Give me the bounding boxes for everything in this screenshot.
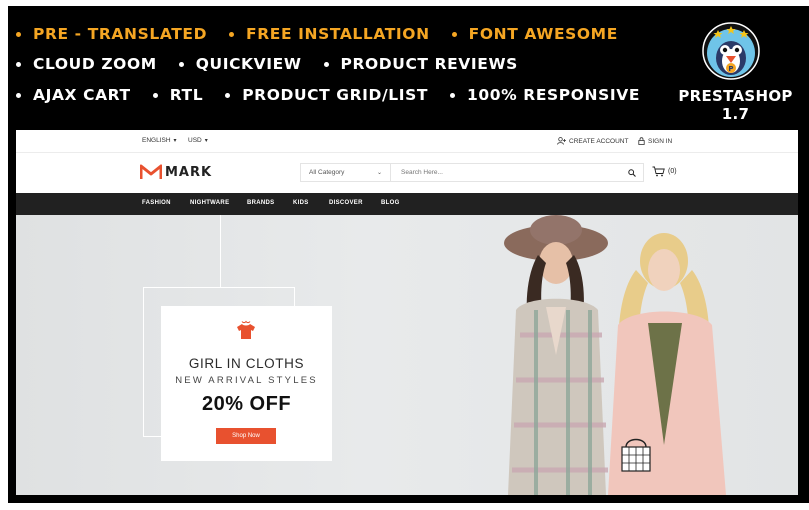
bullet-icon <box>450 92 456 98</box>
feature-label: PRODUCT GRID/LIST <box>242 86 429 104</box>
bullet-icon <box>451 31 457 37</box>
cart-button[interactable]: (0) <box>652 166 677 177</box>
prestashop-version: PRESTASHOP 1.7 <box>678 87 793 123</box>
feature-row-2: CLOUD ZOOM QUICKVIEW PRODUCT REVIEWS <box>16 51 518 77</box>
cart-count: (0) <box>668 168 677 175</box>
feature-label: 100% RESPONSIVE <box>467 86 641 104</box>
feature-label: RTL <box>169 86 204 104</box>
feature-row-3: AJAX CART RTL PRODUCT GRID/LIST 100% RES… <box>16 82 640 108</box>
sign-in-label: SIGN IN <box>648 137 673 145</box>
feature-ajax-cart: AJAX CART <box>16 86 131 104</box>
feature-row-1: PRE - TRANSLATED FREE INSTALLATION FONT … <box>16 21 618 47</box>
currency-select[interactable]: USD ▾ <box>188 137 208 144</box>
currency-label: USD <box>188 137 202 144</box>
search-input[interactable] <box>391 164 621 181</box>
feature-responsive: 100% RESPONSIVE <box>450 86 640 104</box>
mark-logo-icon <box>140 164 162 179</box>
language-label: ENGLISH <box>142 137 171 144</box>
user-add-icon <box>557 137 566 145</box>
search-bar: All Category ⌄ <box>300 163 644 182</box>
bullet-icon <box>16 31 21 37</box>
nav-item-kids[interactable]: KIDS <box>293 200 309 206</box>
category-select[interactable]: All Category ⌄ <box>301 164 391 181</box>
feature-label: FREE INSTALLATION <box>246 25 430 43</box>
bullet-icon <box>229 31 235 37</box>
feature-label: CLOUD ZOOM <box>33 55 157 73</box>
models-illustration <box>504 215 726 495</box>
feature-free-installation: FREE INSTALLATION <box>229 25 430 43</box>
nav-item-brands[interactable]: BRANDS <box>247 200 274 206</box>
svg-text:P: P <box>728 65 733 73</box>
nav-item-nightware[interactable]: NIGHTWARE <box>190 200 229 206</box>
feature-product-reviews: PRODUCT REVIEWS <box>323 55 518 73</box>
promo-card: GIRL IN CLOTHS NEW ARRIVAL STYLES 20% OF… <box>161 306 332 461</box>
store-header: MARK All Category ⌄ (0) <box>16 153 798 193</box>
shirt-icon <box>237 320 255 339</box>
feature-label: PRODUCT REVIEWS <box>340 55 518 73</box>
nav-item-blog[interactable]: BLOG <box>381 200 400 206</box>
brand-name: MARK <box>165 164 213 180</box>
bullet-icon <box>178 61 184 67</box>
bullet-icon <box>323 61 329 67</box>
bullet-icon <box>16 61 21 67</box>
feature-label: FONT AWESOME <box>468 25 618 43</box>
language-select[interactable]: ENGLISH ▾ <box>142 137 177 144</box>
feature-rtl: RTL <box>152 86 204 104</box>
feature-quickview: QUICKVIEW <box>178 55 302 73</box>
feature-label: PRE - TRANSLATED <box>33 25 208 43</box>
promo-subtitle: NEW ARRIVAL STYLES <box>175 375 318 386</box>
banner-frame: PRE - TRANSLATED FREE INSTALLATION FONT … <box>8 6 809 503</box>
feature-label: QUICKVIEW <box>195 55 302 73</box>
nav-item-fashion[interactable]: FASHION <box>142 200 171 206</box>
prestashop-puffin-icon: P <box>702 20 760 82</box>
create-account-link[interactable]: CREATE ACCOUNT <box>557 137 628 145</box>
chevron-down-icon: ⌄ <box>376 170 382 176</box>
search-icon <box>628 168 636 177</box>
cart-icon <box>652 166 665 177</box>
nav-item-discover[interactable]: DISCOVER <box>329 200 363 206</box>
store-logo[interactable]: MARK <box>140 164 212 180</box>
store-topbar: ENGLISH ▾ USD ▾ CREATE ACCOUNT SIGN IN <box>16 130 798 153</box>
category-select-label: All Category <box>309 169 345 176</box>
feature-label: AJAX CART <box>33 86 131 104</box>
feature-list: PRE - TRANSLATED FREE INSTALLATION FONT … <box>8 6 648 126</box>
feature-product-grid-list: PRODUCT GRID/LIST <box>225 86 428 104</box>
bullet-icon <box>225 92 231 98</box>
promo-title: GIRL IN CLOTHS <box>188 356 305 371</box>
hero-banner: GIRL IN CLOTHS NEW ARRIVAL STYLES 20% OF… <box>16 215 798 495</box>
feature-pre-translated: PRE - TRANSLATED <box>16 25 207 43</box>
sign-in-link[interactable]: SIGN IN <box>638 137 672 145</box>
main-nav: FASHION NIGHTWARE BRANDS KIDS DISCOVER B… <box>16 193 798 215</box>
bullet-icon <box>16 92 21 98</box>
hanging-line <box>220 215 221 287</box>
search-button[interactable] <box>621 164 643 181</box>
promo-discount: 20% OFF <box>201 393 292 415</box>
lock-icon <box>638 137 645 145</box>
chevron-down-icon: ▾ <box>204 138 208 144</box>
create-account-label: CREATE ACCOUNT <box>569 137 629 145</box>
feature-font-awesome: FONT AWESOME <box>451 25 618 43</box>
store-preview: ENGLISH ▾ USD ▾ CREATE ACCOUNT SIGN IN M… <box>16 130 798 495</box>
feature-cloud-zoom: CLOUD ZOOM <box>16 55 157 73</box>
bullet-icon <box>152 92 158 98</box>
chevron-down-icon: ▾ <box>173 138 177 144</box>
shop-now-button[interactable]: Shop Now <box>216 428 276 444</box>
